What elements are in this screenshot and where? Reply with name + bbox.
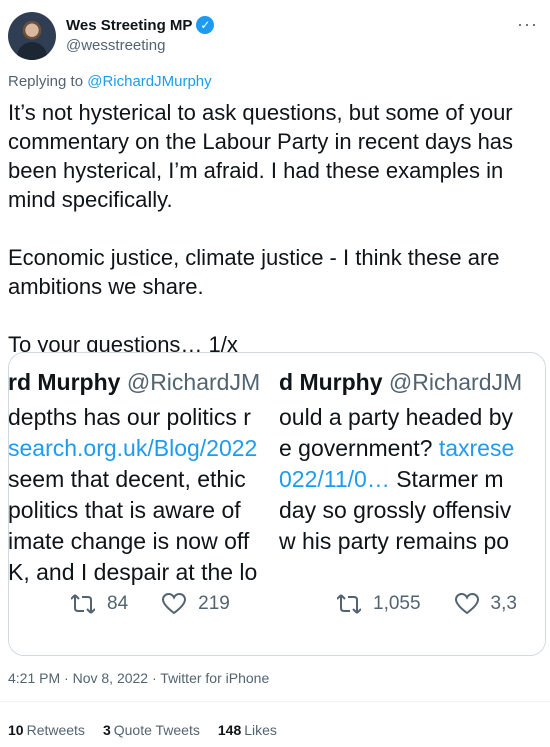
tweet-header: Wes Streeting MP ✓ @wesstreeting ···: [8, 8, 542, 64]
author-name-row[interactable]: Wes Streeting MP ✓: [66, 16, 215, 34]
quote-left-likes: 219: [162, 593, 230, 615]
like-icon: [454, 593, 479, 615]
separator: ·: [151, 670, 157, 686]
quote-left-retweet-count: 84: [107, 593, 129, 614]
quote-left-like-count: 219: [198, 593, 230, 614]
reply-mention-link[interactable]: @RichardJMurphy: [87, 73, 211, 90]
quote-left-title: rd Murphy @RichardJM: [9, 367, 260, 398]
quote-right-line-text: e government?: [279, 435, 439, 461]
tweet-date[interactable]: Nov 8, 2022: [73, 670, 149, 686]
avatar[interactable]: [8, 12, 56, 60]
retweets-stat[interactable]: 10 Retweets: [8, 722, 85, 738]
quote-left-line: K, and I despair at the lo: [9, 559, 258, 585]
tweet-source: Twitter for iPhone: [160, 670, 270, 686]
quote-tweets-label: Quote Tweets: [113, 722, 200, 738]
quote-screenshot-right: d Murphy @RichardJM ould a party headed …: [279, 353, 545, 655]
quote-left-line: imate change is now off: [9, 528, 250, 554]
reply-context: Replying to @RichardJMurphy: [8, 73, 212, 90]
quote-left-retweets: 84: [71, 593, 128, 615]
quote-right-line: ould a party headed by: [279, 404, 514, 430]
reply-prefix: Replying to: [8, 73, 88, 90]
quote-screenshot-left: rd Murphy @RichardJM depths has our poli…: [9, 353, 279, 655]
engagement-stats: 10 Retweets 3 Quote Tweets 148 Likes: [8, 722, 295, 738]
quote-right-like-count: 3,3: [490, 593, 517, 614]
quote-right-link-cont: 022/11/0…: [279, 466, 390, 492]
like-icon: [162, 593, 187, 615]
quote-right-line: e government? taxrese: [279, 433, 522, 464]
quote-right-retweets: 1,055: [337, 593, 421, 615]
quote-tweets-count: 3: [102, 722, 111, 738]
quote-left-line: seem that decent, ethic: [9, 466, 246, 492]
quote-left-line: depths has our politics r: [9, 404, 251, 430]
retweet-icon: [71, 594, 95, 614]
quote-right-handle: @RichardJM: [388, 369, 523, 395]
tweet-time[interactable]: 4:21 PM: [8, 670, 60, 686]
likes-count: 148: [217, 722, 242, 738]
quote-right-line: day so grossly offensiv: [279, 497, 512, 523]
author-name[interactable]: Wes Streeting MP: [66, 17, 192, 34]
quote-tweets-stat[interactable]: 3 Quote Tweets: [103, 722, 200, 738]
tweet-text: It’s not hysterical to ask questions, bu…: [8, 100, 514, 357]
quote-right-name: d Murphy: [279, 369, 383, 395]
quote-left-name: rd Murphy: [9, 369, 121, 395]
separator: ·: [64, 670, 69, 686]
retweets-count: 10: [8, 722, 24, 738]
quote-right-line-text: Starmer m: [389, 466, 504, 492]
quote-left-metrics: 84 219: [71, 593, 264, 615]
quote-right-metrics: 1,055 3,3: [337, 593, 545, 615]
quote-left-link: search.org.uk/Blog/2022: [9, 435, 258, 461]
more-options-icon[interactable]: ···: [517, 14, 538, 35]
divider: [0, 701, 550, 702]
verified-badge-icon: ✓: [196, 16, 215, 34]
author-handle[interactable]: @wesstreeting: [66, 37, 165, 54]
likes-label: Likes: [244, 722, 277, 738]
quoted-screenshots[interactable]: rd Murphy @RichardJM depths has our poli…: [8, 352, 546, 656]
quote-right-line: 022/11/0… Starmer m: [279, 464, 522, 495]
quote-left-handle: @RichardJM: [126, 369, 261, 395]
likes-stat[interactable]: 148 Likes: [218, 722, 277, 738]
retweets-label: Retweets: [26, 722, 85, 738]
quote-right-title: d Murphy @RichardJM: [279, 367, 522, 398]
quote-right-line: w his party remains po: [279, 528, 510, 554]
tweet-timestamp: 4:21 PM · Nov 8, 2022 · Twitter for iPho…: [8, 670, 269, 686]
quote-right-retweet-count: 1,055: [373, 593, 421, 614]
quote-right-likes: 3,3: [454, 593, 517, 615]
quote-right-link: taxrese: [438, 435, 515, 461]
quote-left-line: politics that is aware of: [9, 497, 241, 523]
retweet-icon: [337, 594, 361, 614]
